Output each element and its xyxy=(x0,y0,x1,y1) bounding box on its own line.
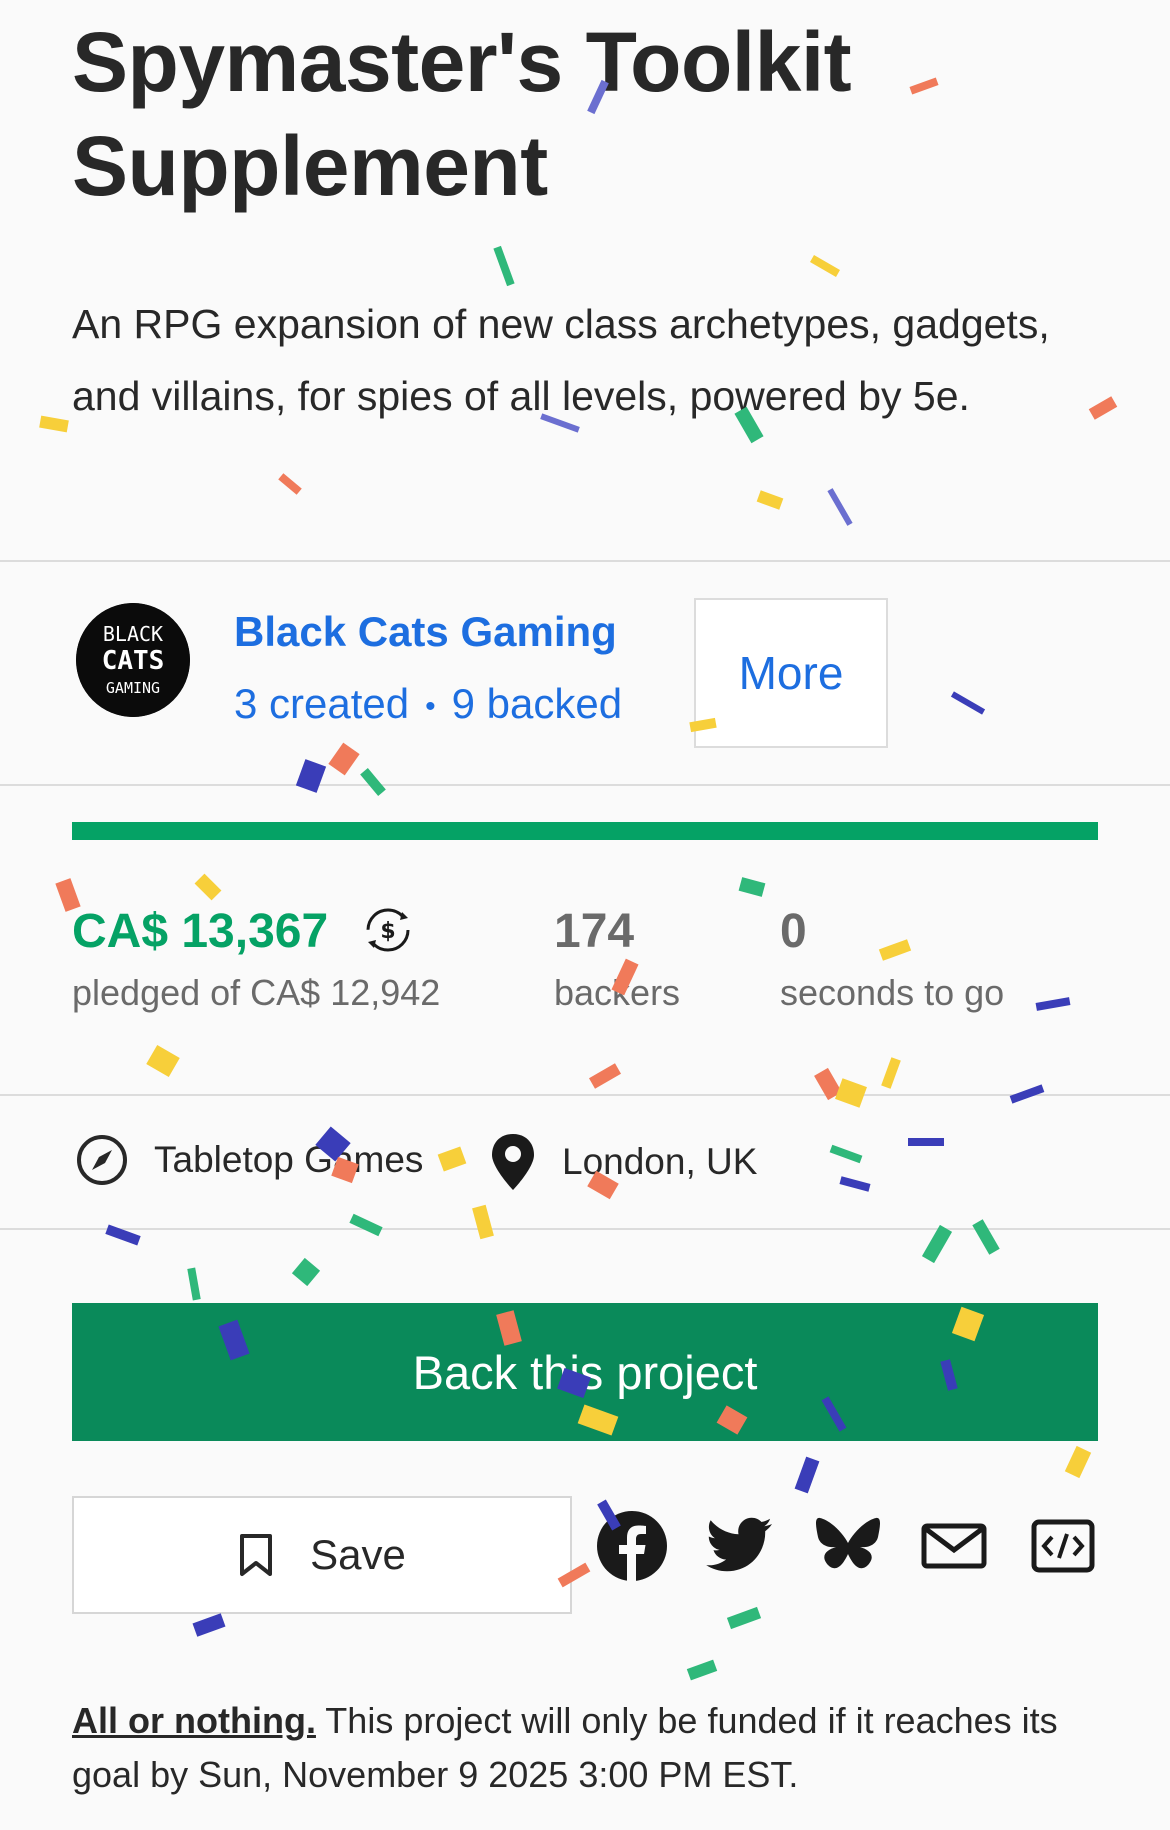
twitter-icon[interactable] xyxy=(704,1510,776,1582)
avatar-word-1: BLACK xyxy=(103,622,163,646)
divider xyxy=(0,784,1170,786)
svg-text:$: $ xyxy=(380,919,395,944)
category-link[interactable]: Tabletop Games xyxy=(74,1132,423,1188)
funding-progress-bar xyxy=(72,822,1098,840)
category-label: Tabletop Games xyxy=(154,1139,424,1180)
facebook-icon[interactable] xyxy=(596,1510,668,1582)
email-icon[interactable] xyxy=(920,1510,992,1582)
stats-separator: • xyxy=(425,689,436,723)
bluesky-icon[interactable] xyxy=(812,1510,884,1582)
funding-terms: All or nothing. This project will only b… xyxy=(72,1694,1112,1802)
created-count-link[interactable]: 3 created xyxy=(234,680,409,727)
save-label: Save xyxy=(310,1531,406,1578)
currency-conversion-icon[interactable]: $ xyxy=(358,900,418,960)
time-left-value: 0 xyxy=(780,905,807,958)
backers-count: 174 xyxy=(554,905,635,958)
project-blurb: An RPG expansion of new class archetypes… xyxy=(72,301,1050,419)
project-page: Spymaster's Toolkit Supplement An RPG ex… xyxy=(0,0,1170,1830)
funding-progress-fill xyxy=(72,822,1098,840)
bookmark-icon xyxy=(240,1534,273,1576)
divider xyxy=(0,1228,1170,1230)
all-or-nothing-link[interactable]: All or nothing. xyxy=(72,1700,316,1741)
avatar-word-3: GAMING xyxy=(106,679,160,697)
map-pin-icon xyxy=(492,1134,534,1190)
time-left-label: seconds to go xyxy=(780,972,1005,1013)
back-this-project-button[interactable]: Back this project xyxy=(72,1303,1098,1441)
location-label: London, UK xyxy=(562,1141,758,1182)
save-button[interactable]: Save xyxy=(72,1496,572,1614)
avatar-word-2: CATS xyxy=(102,646,165,676)
location-link[interactable]: London, UK xyxy=(488,1132,757,1192)
pledged-label: pledged of CA$ 12,942 xyxy=(72,972,441,1013)
more-button[interactable]: More xyxy=(694,598,888,748)
pledged-amount: CA$ 13,367 xyxy=(72,905,329,958)
embed-icon[interactable] xyxy=(1028,1510,1100,1582)
backed-count-link[interactable]: 9 backed xyxy=(452,680,622,727)
creator-avatar[interactable]: BLACK CATS GAMING xyxy=(76,603,190,717)
divider xyxy=(0,1094,1170,1096)
backers-label: backers xyxy=(554,972,681,1013)
divider xyxy=(0,560,1170,562)
project-title: Spymaster's Toolkit Supplement xyxy=(72,15,852,213)
compass-icon xyxy=(77,1135,127,1185)
creator-stats: 3 created • 9 backed xyxy=(234,680,622,728)
creator-name-link[interactable]: Black Cats Gaming xyxy=(234,608,617,656)
